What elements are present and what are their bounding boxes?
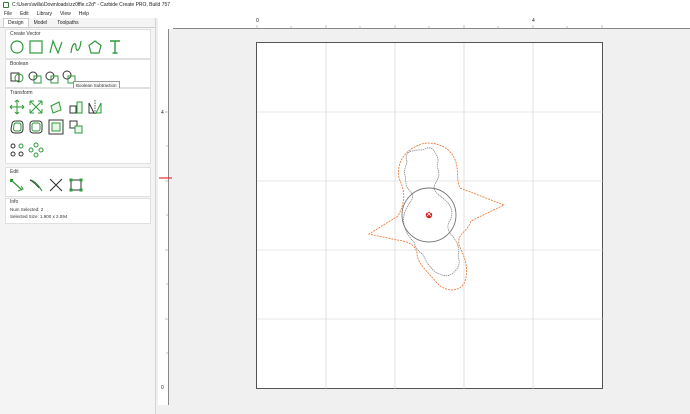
text-icon (110, 40, 120, 54)
create-vector-title: Create Vector (10, 31, 41, 37)
curve-icon (70, 40, 82, 54)
edit-title: Edit (10, 169, 19, 175)
menu-bar: File Edit Library View Help (0, 9, 690, 18)
align-icon (69, 101, 83, 114)
boolean-intersect-tool[interactable] (26, 68, 44, 86)
fillet-tool[interactable] (27, 118, 45, 136)
move-tool[interactable] (8, 98, 26, 116)
scale-tool[interactable] (27, 98, 45, 116)
circular-array-icon (28, 142, 44, 158)
boolean-title: Boolean (10, 61, 29, 67)
transform-title: Transform (10, 90, 33, 96)
pentagon-icon (88, 40, 102, 54)
work-area[interactable] (256, 42, 604, 390)
app-icon (3, 1, 9, 8)
window-title: C:\Users\willa\Downloads\zz0ffle.c2d* - … (12, 1, 171, 8)
knife-icon (29, 179, 43, 192)
menu-view[interactable]: View (60, 11, 71, 17)
knife-tool[interactable] (27, 176, 45, 194)
curve-tool[interactable] (67, 38, 85, 56)
menu-edit[interactable]: Edit (20, 11, 29, 17)
menu-help[interactable]: Help (79, 11, 89, 17)
trim-icon (49, 178, 63, 192)
design-canvas[interactable] (257, 43, 604, 390)
num-selected-value: 2 (40, 207, 44, 212)
title-bar: C:\Users\willa\Downloads\zz0ffle.c2d* - … (0, 0, 690, 9)
grow-icon (69, 120, 83, 134)
rotate-icon (50, 101, 62, 114)
bounding-box-icon (69, 178, 83, 192)
boolean-weld-icon (45, 71, 59, 84)
fillet-icon (29, 120, 43, 134)
boolean-union-icon (10, 72, 24, 83)
node-edit-icon (10, 179, 24, 192)
selected-size-value: 1.900 x 2.094 (40, 214, 68, 219)
mirror-icon (88, 100, 102, 114)
polyline-icon (49, 39, 63, 55)
align-tool[interactable] (67, 98, 85, 116)
mirror-tool[interactable] (86, 98, 104, 116)
boolean-intersect-icon (28, 71, 42, 84)
node-edit-tool[interactable] (8, 176, 26, 194)
tab-model[interactable]: Model (29, 18, 53, 27)
circle-icon (10, 40, 24, 54)
selected-outline-path[interactable] (367, 142, 506, 291)
tab-design[interactable]: Design (3, 18, 29, 27)
num-selected-label: Num Selected: 2 (10, 207, 44, 212)
rotate-tool[interactable] (47, 98, 65, 116)
circular-array-tool[interactable] (27, 141, 45, 159)
bounding-box-tool[interactable] (67, 176, 85, 194)
center-marker (425, 211, 433, 219)
inset-tool[interactable] (47, 118, 65, 136)
grow-tool[interactable] (67, 118, 85, 136)
boolean-union-tool[interactable] (8, 68, 26, 86)
info-title: Info (10, 199, 19, 205)
inner-offset-path[interactable] (403, 147, 460, 277)
rectangle-tool[interactable] (27, 38, 45, 56)
trim-tool[interactable] (47, 176, 65, 194)
polyline-tool[interactable] (47, 38, 65, 56)
scale-arrows-icon (29, 100, 43, 114)
array-tool[interactable] (8, 141, 26, 159)
tab-toolpaths[interactable]: Toolpaths (52, 18, 83, 27)
text-tool[interactable] (106, 38, 124, 56)
offset-icon (10, 120, 24, 134)
inset-icon (48, 119, 64, 135)
polygon-tool[interactable] (86, 38, 104, 56)
array-icon (10, 143, 24, 157)
rectangle-icon (29, 40, 43, 54)
offset-tool[interactable] (8, 118, 26, 136)
selected-size-label: Selected Size: 1.900 x 2.094 (10, 214, 68, 219)
menu-library[interactable]: Library (37, 11, 52, 17)
boolean-weld-tool[interactable] (43, 68, 61, 86)
move-arrows-icon (9, 99, 25, 115)
menu-file[interactable]: File (4, 11, 12, 17)
circle-tool[interactable] (8, 38, 26, 56)
mode-tabs: Design Model Toolpaths (0, 18, 155, 28)
